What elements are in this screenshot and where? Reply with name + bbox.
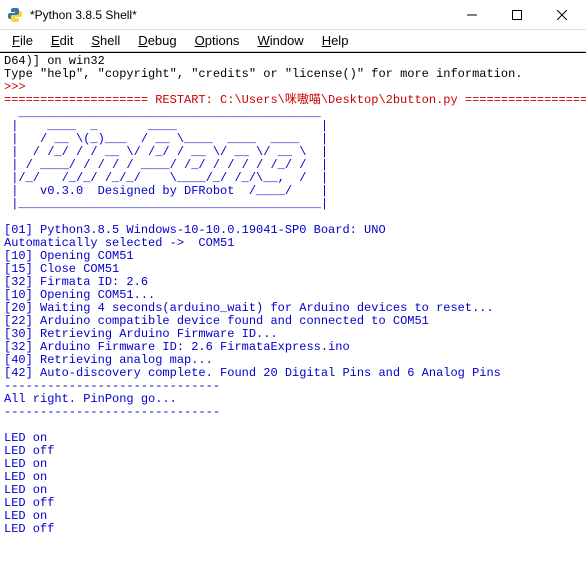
log-line: [20] Waiting 4 seconds(arduino_wait) for… xyxy=(4,301,494,315)
log-line: [22] Arduino compatible device found and… xyxy=(4,314,429,328)
titlebar: *Python 3.8.5 Shell* xyxy=(0,0,586,30)
log-line: [40] Retrieving analog map... xyxy=(4,353,213,367)
console-output[interactable]: D64)] on win32 Type "help", "copyright",… xyxy=(0,52,586,564)
window-controls xyxy=(449,0,584,29)
led-line: LED on xyxy=(4,457,47,471)
ascii-art: | / ____/ / / / / ____/ /_/ / / / / /_/ … xyxy=(4,158,328,172)
minimize-button[interactable] xyxy=(449,0,494,29)
ascii-art: | ____ _ ____ | xyxy=(4,119,328,133)
log-line: Automatically selected -> COM51 xyxy=(4,236,234,250)
log-line: [42] Auto-discovery complete. Found 20 D… xyxy=(4,366,501,380)
led-line: LED off xyxy=(4,444,54,458)
log-line: [32] Firmata ID: 2.6 xyxy=(4,275,148,289)
log-line: [30] Retrieving Arduino Firmware ID... xyxy=(4,327,278,341)
status-line: All right. PinPong go... xyxy=(4,392,177,406)
prompt: >>> xyxy=(4,80,33,94)
line: Type "help", "copyright", "credits" or "… xyxy=(4,67,522,81)
menu-file[interactable]: File xyxy=(4,31,41,50)
ascii-art: |/_/ /_/_/ /_/_/ \____/_/ /_/\__, / | xyxy=(4,171,328,185)
separator: ------------------------------ xyxy=(4,379,220,393)
menu-debug[interactable]: Debug xyxy=(130,31,184,50)
led-line: LED off xyxy=(4,496,54,510)
menu-edit[interactable]: Edit xyxy=(43,31,81,50)
menu-options[interactable]: Options xyxy=(187,31,248,50)
maximize-button[interactable] xyxy=(494,0,539,29)
log-line: [10] Opening COM51... xyxy=(4,288,155,302)
log-line: [15] Close COM51 xyxy=(4,262,119,276)
led-line: LED on xyxy=(4,431,47,445)
ascii-art: | v0.3.0 Designed by DFRobot /____/ | xyxy=(4,184,328,198)
led-line: LED off xyxy=(4,522,54,536)
ascii-art: ________________________________________… xyxy=(4,106,321,120)
log-line: [32] Arduino Firmware ID: 2.6 FirmataExp… xyxy=(4,340,350,354)
led-line: LED on xyxy=(4,483,47,497)
ascii-art: | / __ \(_)___ / __ \____ ____ ____ | xyxy=(4,132,328,146)
ascii-art: |_______________________________________… xyxy=(4,197,328,211)
restart-line: ==================== RESTART: C:\Users\咪… xyxy=(4,93,586,107)
close-button[interactable] xyxy=(539,0,584,29)
window-title: *Python 3.8.5 Shell* xyxy=(30,8,449,22)
separator: ------------------------------ xyxy=(4,405,220,419)
led-line: LED on xyxy=(4,509,47,523)
ascii-art xyxy=(4,210,11,224)
led-line: LED on xyxy=(4,470,47,484)
line: D64)] on win32 xyxy=(4,54,105,68)
blank-line xyxy=(4,418,11,432)
menu-window[interactable]: Window xyxy=(249,31,311,50)
menu-help[interactable]: Help xyxy=(314,31,357,50)
app-icon xyxy=(6,6,24,24)
log-line: [10] Opening COM51 xyxy=(4,249,134,263)
menu-shell[interactable]: Shell xyxy=(83,31,128,50)
menubar: File Edit Shell Debug Options Window Hel… xyxy=(0,30,586,52)
ascii-art: | / /_/ / / __ \/ /_/ / __ \/ __ \/ __ \… xyxy=(4,145,328,159)
log-line: [01] Python3.8.5 Windows-10-10.0.19041-S… xyxy=(4,223,386,237)
